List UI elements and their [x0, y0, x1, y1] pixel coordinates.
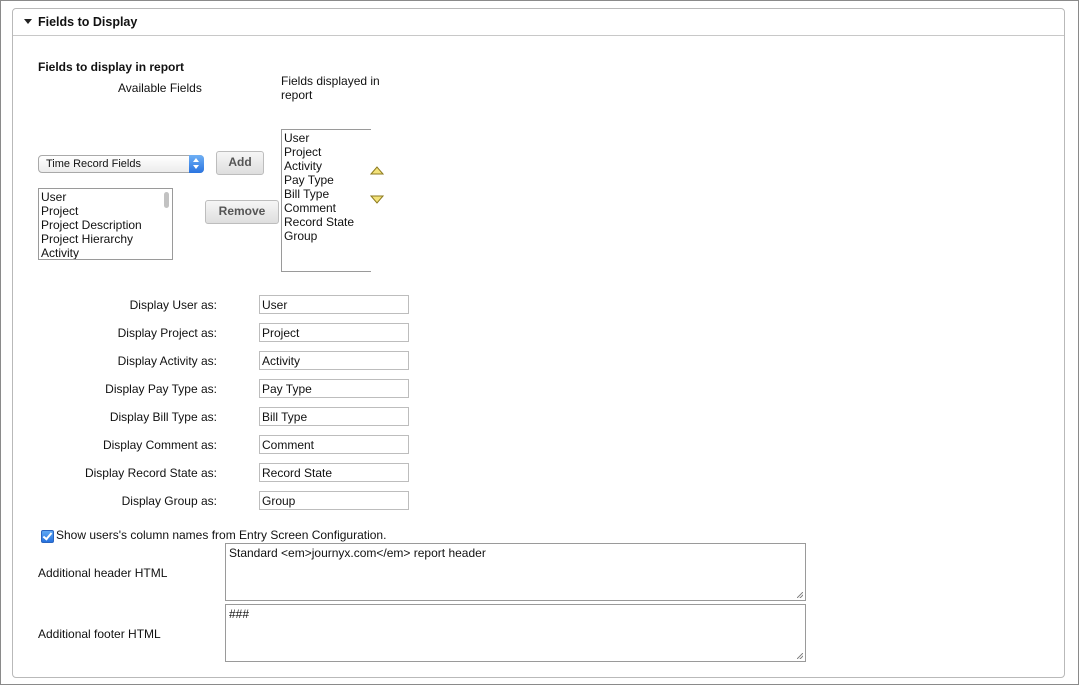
list-item[interactable]: Bill Type: [282, 187, 371, 201]
display-bill-type-label: Display Bill Type as:: [109, 410, 217, 424]
display-record-state-input[interactable]: Record State: [259, 463, 409, 482]
list-item[interactable]: Comment: [282, 201, 371, 215]
display-project-input[interactable]: Project: [259, 323, 409, 342]
add-button[interactable]: Add: [216, 151, 264, 175]
list-item[interactable]: Group: [282, 229, 371, 243]
display-user-label: Display User as:: [129, 298, 217, 312]
list-item[interactable]: User: [39, 190, 172, 204]
footer-html-label: Additional footer HTML: [38, 627, 161, 641]
list-scrollbar[interactable]: [164, 192, 169, 208]
display-group-label: Display Group as:: [121, 494, 217, 508]
display-activity-input[interactable]: Activity: [259, 351, 409, 370]
available-fields-label: Available Fields: [118, 81, 202, 95]
list-item[interactable]: Project: [282, 145, 371, 159]
footer-html-value: ###: [229, 607, 250, 621]
list-item[interactable]: Record State: [282, 215, 371, 229]
section-title: Fields to display in report: [38, 60, 185, 74]
header-html-label: Additional header HTML: [38, 566, 168, 580]
panel-header[interactable]: Fields to Display: [13, 9, 1064, 36]
display-pay-type-input[interactable]: Pay Type: [259, 379, 409, 398]
list-item[interactable]: Project Description: [39, 218, 172, 232]
list-item[interactable]: User: [282, 131, 371, 145]
display-activity-label: Display Activity as:: [117, 354, 217, 368]
move-up-icon[interactable]: [370, 165, 384, 175]
remove-button[interactable]: Remove: [205, 200, 279, 224]
header-html-value: Standard <em>journyx.com</em> report hea…: [229, 546, 486, 560]
display-comment-input[interactable]: Comment: [259, 435, 409, 454]
display-user-input[interactable]: User: [259, 295, 409, 314]
displayed-fields-list[interactable]: User Project Activity Pay Type Bill Type…: [281, 129, 371, 272]
field-type-select[interactable]: Time Record Fields: [38, 155, 204, 173]
list-item[interactable]: Pay Type: [282, 173, 371, 187]
display-bill-type-input[interactable]: Bill Type: [259, 407, 409, 426]
list-item[interactable]: Activity: [282, 159, 371, 173]
show-column-names-checkbox[interactable]: [41, 530, 54, 543]
collapse-triangle-icon[interactable]: [24, 19, 32, 24]
resize-grip-icon[interactable]: [797, 653, 803, 659]
window-frame: Fields to Display Fields to display in r…: [0, 0, 1079, 685]
display-comment-label: Display Comment as:: [102, 438, 217, 452]
list-item[interactable]: Project: [39, 204, 172, 218]
display-group-input[interactable]: Group: [259, 491, 409, 510]
display-record-state-label: Display Record State as:: [84, 466, 217, 480]
list-item[interactable]: Project Hierarchy: [39, 232, 172, 246]
display-project-label: Display Project as:: [117, 326, 217, 340]
available-fields-list[interactable]: User Project Project Description Project…: [38, 188, 173, 260]
select-stepper-icon[interactable]: [189, 155, 204, 173]
show-column-names-label: Show users's column names from Entry Scr…: [56, 528, 387, 542]
panel-title: Fields to Display: [38, 15, 138, 29]
list-item[interactable]: Activity: [39, 246, 172, 259]
display-pay-type-label: Display Pay Type as:: [105, 382, 217, 396]
header-html-textarea[interactable]: Standard <em>journyx.com</em> report hea…: [225, 543, 806, 601]
move-down-icon[interactable]: [370, 195, 384, 205]
field-type-select-value: Time Record Fields: [46, 158, 141, 170]
resize-grip-icon[interactable]: [797, 592, 803, 598]
displayed-fields-label: Fields displayed in report: [281, 74, 380, 102]
footer-html-textarea[interactable]: ###: [225, 604, 806, 662]
